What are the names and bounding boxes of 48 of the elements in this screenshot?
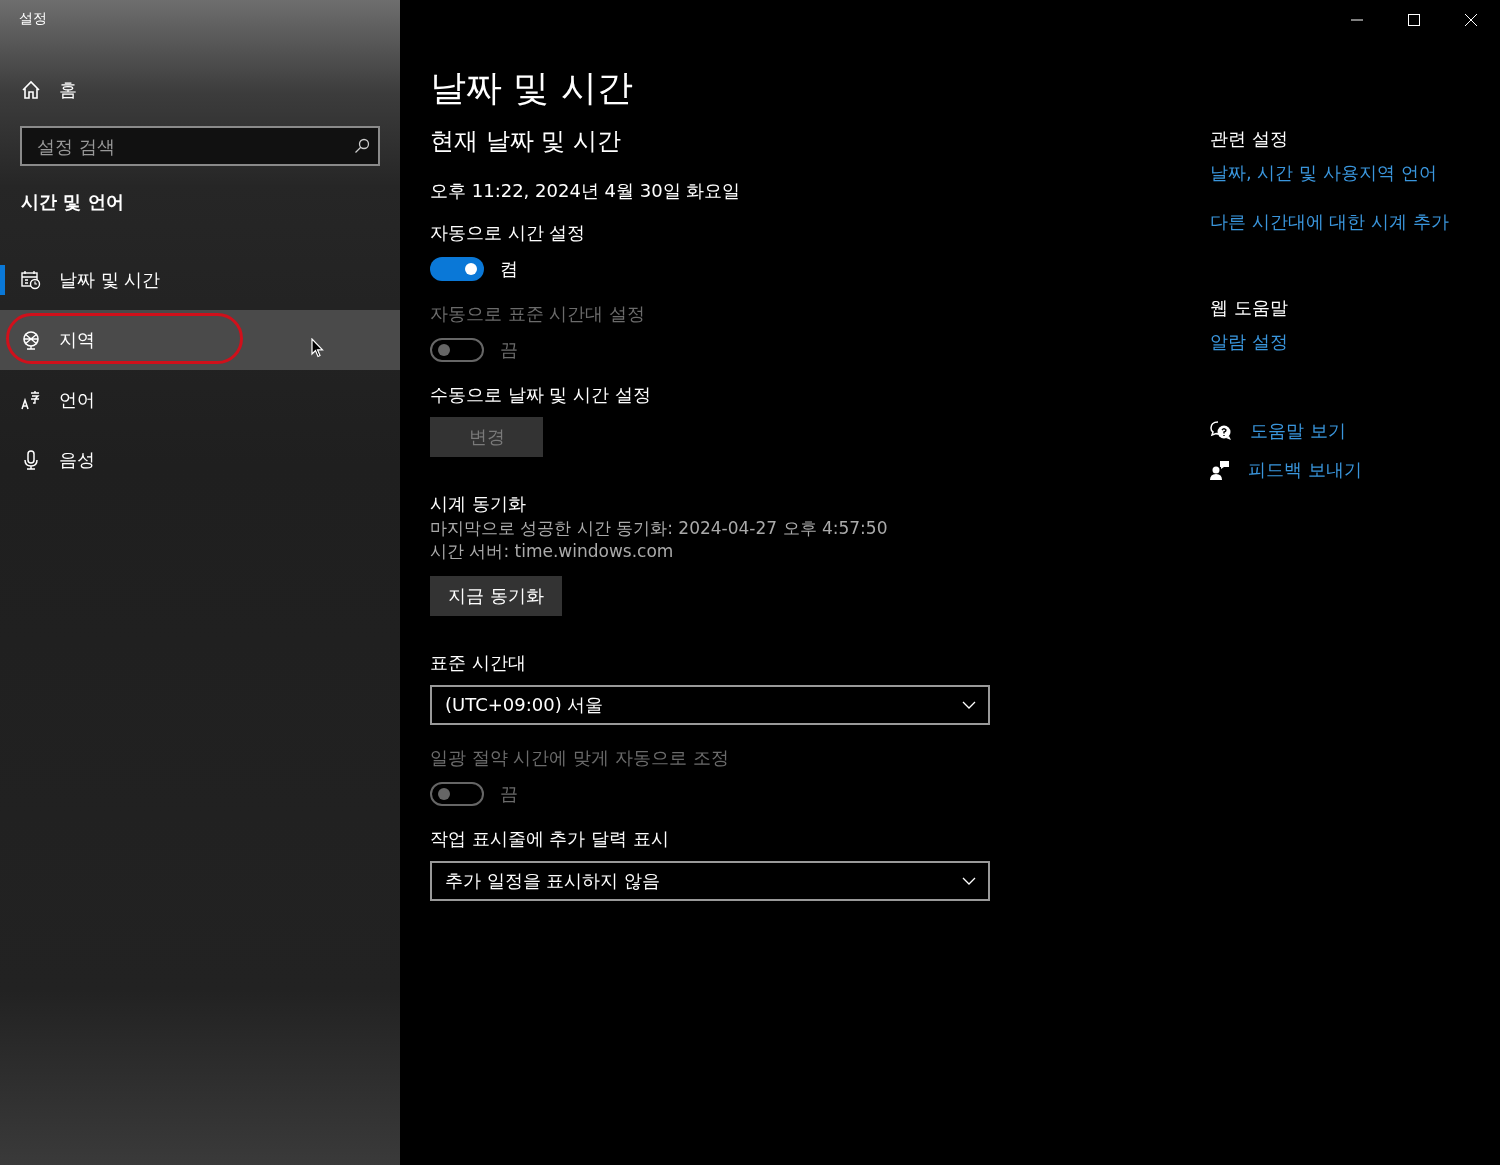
sync-info: 마지막으로 성공한 시간 동기화: 2024-04-27 오후 4:57:50: [430, 517, 888, 540]
web-help-heading: 웹 도움말: [1210, 296, 1288, 320]
dropdown[interactable]: 추가 일정을 표시하지 않음: [430, 861, 990, 901]
setting-label: 표준 시간대: [430, 651, 526, 675]
current-time: 오후 11:22, 2024년 4월 30일 화요일: [430, 179, 742, 203]
help-chat-icon: [1210, 421, 1232, 441]
sync-info: 시간 서버: time.windows.com: [430, 540, 674, 563]
globe-icon: [21, 330, 41, 350]
microphone-icon: [21, 450, 41, 470]
page-title: 날짜 및 시간: [430, 66, 634, 110]
toggle-state: 끔: [500, 782, 518, 806]
nav-item[interactable]: 음성: [0, 430, 400, 490]
sync-now-button[interactable]: 지금 동기화: [430, 576, 562, 616]
help-link[interactable]: 도움말 보기: [1250, 418, 1346, 444]
close-icon[interactable]: [1465, 14, 1477, 26]
setting-label: 시계 동기화: [430, 492, 526, 516]
setting-label: 수동으로 날짜 및 시간 설정: [430, 383, 651, 407]
chevron-down-icon: [962, 701, 976, 709]
home-link[interactable]: 홈: [21, 78, 77, 102]
related-link[interactable]: 다른 시간대에 대한 시계 추가: [1210, 209, 1449, 235]
dropdown[interactable]: (UTC+09:00) 서울: [430, 685, 990, 725]
toggle-state: 켬: [500, 257, 518, 281]
nav-item[interactable]: 날짜 및 시간: [0, 250, 400, 310]
setting-label: 일광 절약 시간에 맞게 자동으로 조정: [430, 746, 729, 770]
calendar-clock-icon: [21, 270, 41, 290]
related-settings-heading: 관련 설정: [1210, 127, 1288, 151]
section-heading: 현재 날짜 및 시간: [430, 126, 622, 157]
language-icon: [21, 390, 41, 410]
toggle-state: 끔: [500, 338, 518, 362]
nav-item[interactable]: 지역: [0, 310, 400, 370]
related-link[interactable]: 날짜, 시간 및 사용지역 언어: [1210, 160, 1437, 186]
section-title: 시간 및 언어: [21, 190, 124, 214]
setting-label: 자동으로 시간 설정: [430, 221, 586, 245]
home-icon: [21, 80, 41, 100]
web-help-link[interactable]: 알람 설정: [1210, 329, 1288, 355]
search-icon: [354, 138, 370, 154]
maximize-icon[interactable]: [1408, 14, 1420, 26]
search-field[interactable]: 설정 검색: [20, 126, 380, 166]
person-feedback-icon: [1210, 460, 1230, 480]
mouse-pointer-icon: [311, 338, 324, 358]
setting-label: 자동으로 표준 시간대 설정: [430, 302, 646, 326]
window-title: 설정: [18, 9, 48, 28]
nav-item[interactable]: 언어: [0, 370, 400, 430]
toggle-switch[interactable]: [430, 257, 484, 281]
help-link[interactable]: 피드백 보내기: [1248, 457, 1362, 483]
home-label: 홈: [59, 78, 77, 102]
setting-label: 작업 표시줄에 추가 달력 표시: [430, 827, 669, 851]
chevron-down-icon: [962, 877, 976, 885]
